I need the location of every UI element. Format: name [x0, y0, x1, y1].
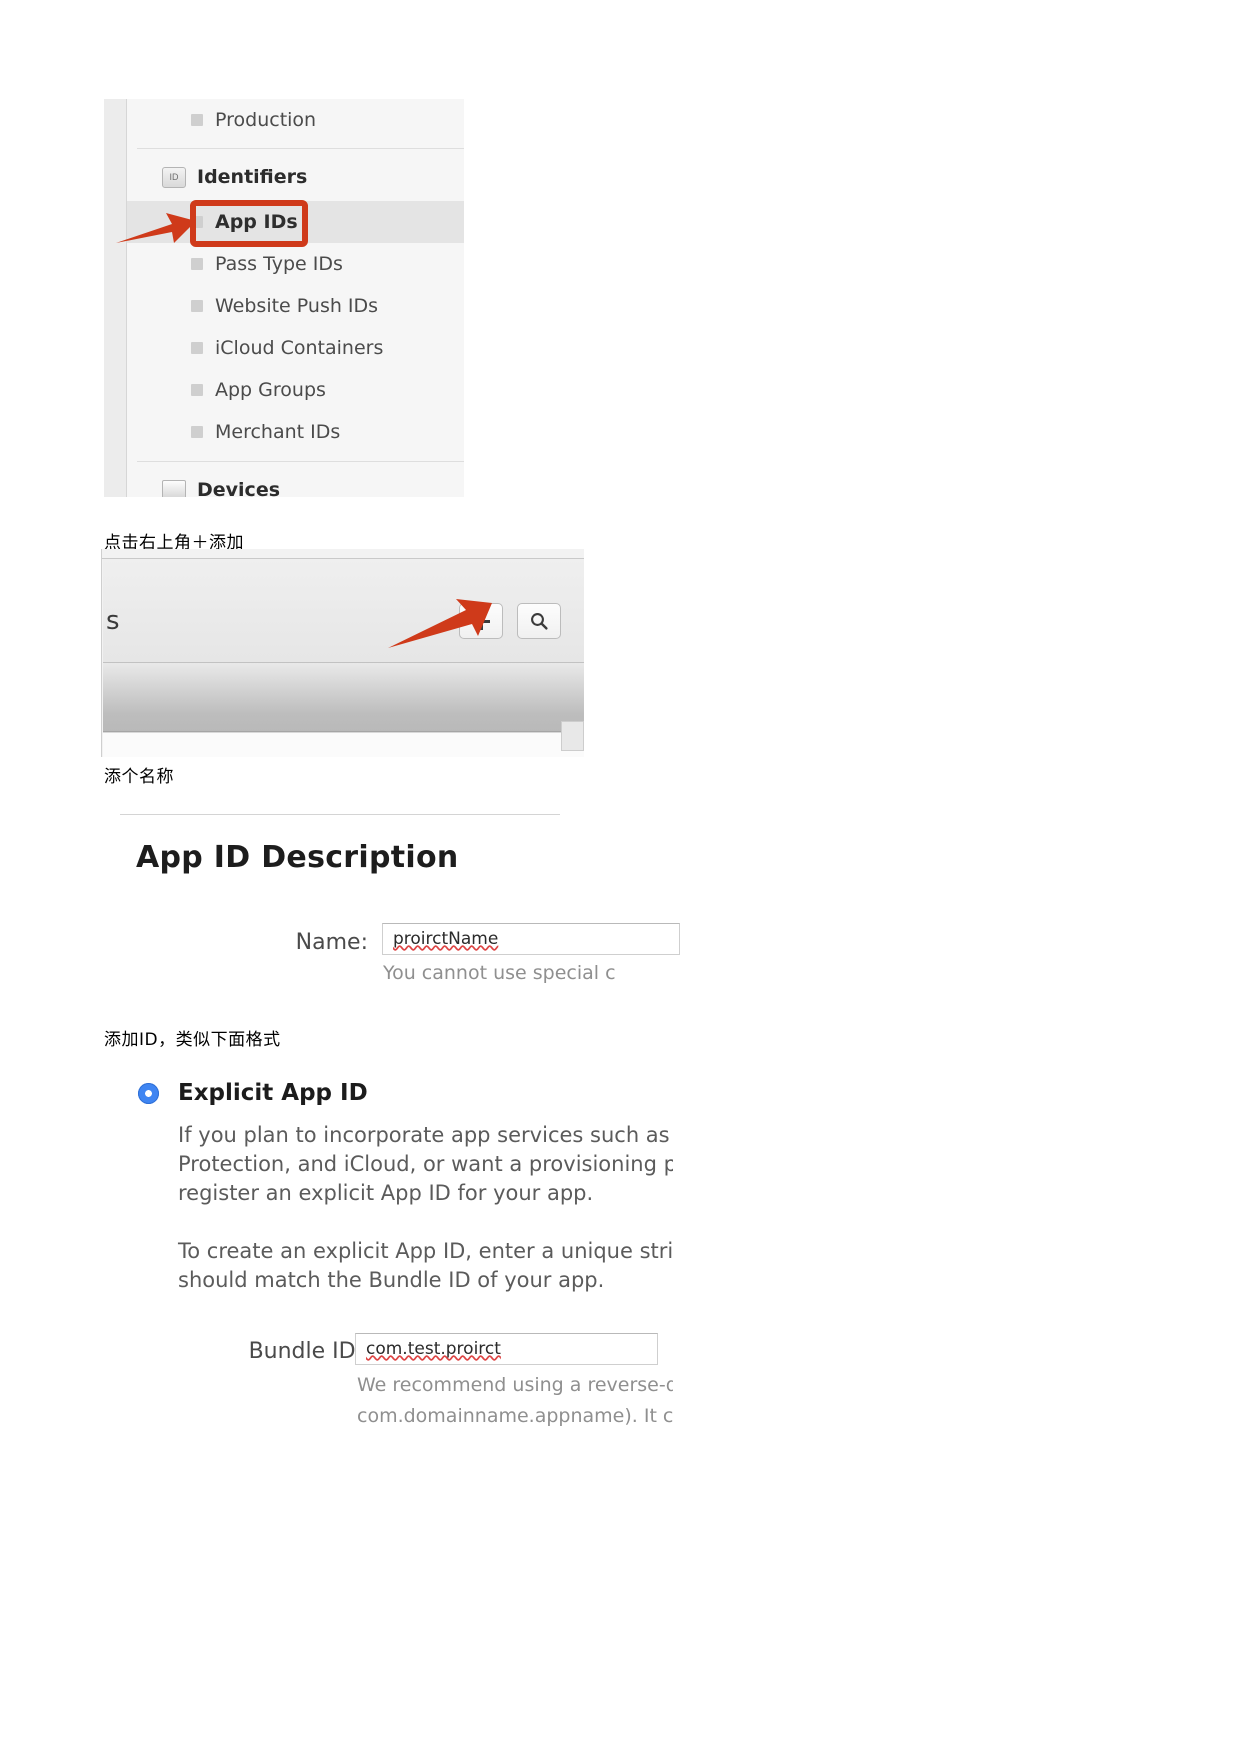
- bundle-id-input-value: com.test.proirct: [366, 1339, 501, 1359]
- sidebar-group-label: Identifiers: [197, 166, 308, 188]
- sidebar-item-production[interactable]: Production: [127, 99, 464, 141]
- bullet-square-icon: [191, 342, 203, 354]
- toolbar-table-header-band: [103, 663, 584, 732]
- bullet-square-icon: [191, 300, 203, 312]
- sidebar-item-label: Merchant IDs: [215, 421, 341, 443]
- sidebar-item-merchant-ids[interactable]: Merchant IDs: [127, 411, 464, 453]
- sidebar-item-label: Pass Type IDs: [215, 253, 343, 275]
- name-input[interactable]: proirctName: [382, 923, 680, 955]
- bullet-square-icon: [191, 258, 203, 270]
- bullet-square-icon: [191, 426, 203, 438]
- sidebar-item-pass-type-ids[interactable]: Pass Type IDs: [127, 243, 464, 285]
- sidebar-group-label: Devices: [197, 479, 281, 497]
- sidebar-item-label: Website Push IDs: [215, 295, 379, 317]
- sidebar-item-label: App Groups: [215, 379, 326, 401]
- bundle-id-label: Bundle ID:: [248, 1339, 363, 1364]
- explicit-paragraph-line: If you plan to incorporate app services …: [178, 1123, 673, 1147]
- toolbar-window: s: [101, 549, 584, 757]
- name-label: Name:: [295, 930, 368, 955]
- figure-app-id-description: App ID Description Name: proirctName You…: [120, 812, 680, 1002]
- bullet-square-icon: [191, 384, 203, 396]
- plus-icon: [472, 612, 490, 630]
- sidebar-divider: [137, 148, 464, 149]
- bundle-id-hint-line: We recommend using a reverse-do: [357, 1374, 673, 1396]
- caption-add-a-name: 添个名称: [104, 767, 174, 787]
- caption-add-id-format: 添加ID，类似下面格式: [104, 1030, 281, 1050]
- explicit-paragraph-line: Protection, and iCloud, or want a provis…: [178, 1152, 673, 1176]
- bullet-square-icon: [191, 114, 203, 126]
- add-button[interactable]: [459, 603, 503, 639]
- name-input-hint: You cannot use special c: [383, 962, 616, 984]
- figure-identifiers-sidebar: Production ID Identifiers App IDs Pass T…: [104, 99, 464, 497]
- figure-toolbar-add-button: s: [101, 549, 635, 757]
- sidebar-item-label: iCloud Containers: [215, 337, 384, 359]
- device-icon: [162, 479, 186, 497]
- figure-explicit-app-id: Explicit App ID If you plan to incorpora…: [133, 1075, 673, 1475]
- document-page: Production ID Identifiers App IDs Pass T…: [0, 0, 1239, 1754]
- search-icon: [531, 613, 548, 630]
- sidebar-gutter: [104, 99, 127, 497]
- explicit-paragraph-line: To create an explicit App ID, enter a un…: [178, 1239, 673, 1263]
- bullet-square-icon: [191, 216, 203, 228]
- radio-explicit-app-id[interactable]: [138, 1083, 159, 1104]
- explicit-app-id-title: Explicit App ID: [178, 1080, 368, 1106]
- section-heading: App ID Description: [136, 840, 459, 875]
- sidebar-item-label: Production: [215, 109, 317, 131]
- bundle-id-hint-line: com.domainname.appname). It can: [357, 1405, 673, 1427]
- toolbar-footer-band: [103, 732, 584, 757]
- explicit-paragraph-line: register an explicit App ID for your app…: [178, 1181, 594, 1205]
- sidebar-item-app-groups[interactable]: App Groups: [127, 369, 464, 411]
- sidebar-panel: Production ID Identifiers App IDs Pass T…: [127, 99, 464, 497]
- sidebar-item-label: App IDs: [215, 211, 298, 233]
- id-badge-icon: ID: [162, 166, 186, 188]
- toolbar-bar: s: [103, 559, 584, 663]
- search-button[interactable]: [517, 603, 561, 639]
- scrollbar-thumb[interactable]: [561, 721, 584, 751]
- sidebar-item-icloud-containers[interactable]: iCloud Containers: [127, 327, 464, 369]
- sidebar-group-devices[interactable]: Devices: [127, 469, 464, 497]
- bundle-id-input[interactable]: com.test.proirct: [355, 1333, 658, 1365]
- toolbar-title-fragment: s: [106, 606, 120, 636]
- name-input-value: proirctName: [393, 929, 499, 949]
- sidebar-item-website-push-ids[interactable]: Website Push IDs: [127, 285, 464, 327]
- sidebar-divider: [137, 461, 464, 462]
- sidebar-item-app-ids[interactable]: App IDs: [127, 201, 464, 243]
- section-divider: [120, 814, 560, 815]
- sidebar-group-identifiers[interactable]: ID Identifiers: [127, 156, 464, 198]
- explicit-paragraph-line: should match the Bundle ID of your app.: [178, 1268, 605, 1292]
